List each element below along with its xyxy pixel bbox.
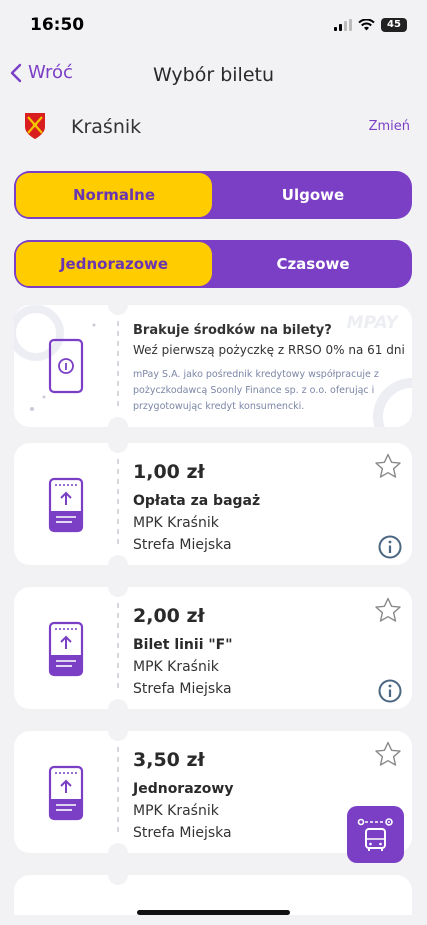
promo-description: mPay S.A. jako pośrednik kredytowy współ… xyxy=(133,369,379,412)
nav-header: Wróć Wybór biletu xyxy=(0,56,427,96)
ticket-card[interactable]: 1,00 zł Opłata za bagaż MPK Kraśnik Stre… xyxy=(14,443,412,565)
status-bar: 16:50 45 xyxy=(0,0,427,48)
status-icons: 45 xyxy=(334,18,407,32)
battery-icon: 45 xyxy=(381,18,407,32)
favorite-star-icon[interactable] xyxy=(374,597,402,623)
coat-of-arms-icon xyxy=(25,113,45,139)
info-icon[interactable] xyxy=(378,679,402,703)
city-row: Kraśnik Zmień xyxy=(0,108,427,148)
ticket-price: 1,00 zł xyxy=(133,461,205,483)
ticket-card[interactable]: 2,00 zł Bilet linii "F" MPK Kraśnik Stre… xyxy=(14,587,412,709)
tab-czasowe[interactable]: Czasowe xyxy=(214,240,412,288)
promo-subtitle: Weź pierwszą pożyczkę z RRSO 0% na 61 dn… xyxy=(133,343,405,357)
home-indicator xyxy=(137,910,290,915)
loan-promo-card[interactable]: MPAY Brakuje środków na bilety? Weź pier… xyxy=(14,305,412,427)
tab-jednorazowe[interactable]: Jednorazowe xyxy=(14,240,214,288)
ticket-icon xyxy=(48,621,84,677)
ticket-carrier: MPK Kraśnik xyxy=(133,515,219,531)
info-icon[interactable] xyxy=(378,535,402,559)
ticket-card-partial[interactable] xyxy=(14,875,412,915)
ticket-carrier: MPK Kraśnik xyxy=(133,659,219,675)
promo-title: Brakuje środków na bilety? xyxy=(133,323,332,338)
ticket-zone: Strefa Miejska xyxy=(133,537,232,553)
favorite-star-icon[interactable] xyxy=(374,453,402,479)
tab-ulgowe[interactable]: Ulgowe xyxy=(214,171,412,219)
ticket-price: 2,00 zł xyxy=(133,605,205,627)
status-time: 16:50 xyxy=(30,15,85,35)
mpay-logo: MPAY xyxy=(346,313,398,333)
ticket-kind-selector: Jednorazowe Czasowe xyxy=(14,240,412,288)
signal-icon xyxy=(334,19,352,31)
page-title: Wybór biletu xyxy=(152,64,275,86)
change-city-link[interactable]: Zmień xyxy=(369,119,410,134)
ticket-type-selector: Normalne Ulgowe xyxy=(14,171,412,219)
bus-map-icon xyxy=(357,818,393,851)
tab-normalne[interactable]: Normalne xyxy=(14,171,214,219)
wifi-icon xyxy=(358,19,375,31)
ticket-price: 3,50 zł xyxy=(133,749,205,771)
ticket-name: Bilet linii "F" xyxy=(133,637,233,653)
bus-map-button[interactable] xyxy=(347,806,404,863)
city-name: Kraśnik xyxy=(71,116,142,138)
ticket-carrier: MPK Kraśnik xyxy=(133,803,219,819)
ticket-zone: Strefa Miejska xyxy=(133,681,232,697)
ticket-name: Jednorazowy xyxy=(133,781,234,797)
ticket-icon xyxy=(48,477,84,533)
ticket-name: Opłata za bagaż xyxy=(133,493,261,509)
ticket-card-background xyxy=(14,875,412,915)
favorite-star-icon[interactable] xyxy=(374,741,402,767)
ticket-icon xyxy=(48,765,84,821)
ticket-zone: Strefa Miejska xyxy=(133,825,232,841)
ticket-info-icon xyxy=(48,338,84,394)
